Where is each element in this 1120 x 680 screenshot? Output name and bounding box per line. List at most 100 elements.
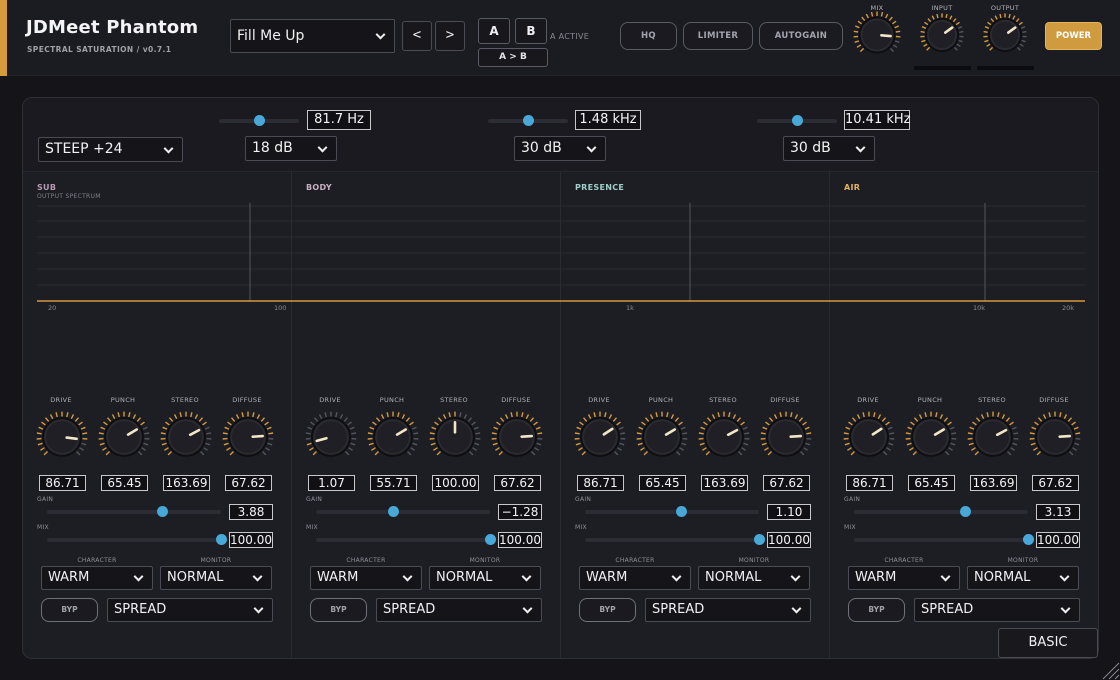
mix-value[interactable]: 100.00 — [1036, 532, 1080, 548]
autogain-button[interactable]: AUTOGAIN — [759, 22, 843, 50]
spread-dropdown[interactable]: SPREAD — [914, 598, 1080, 622]
punch-knob[interactable] — [904, 410, 958, 464]
drive-value[interactable]: 86.71 — [39, 475, 86, 491]
stereo-value[interactable]: 163.69 — [701, 475, 748, 491]
crossover-3-freq[interactable]: 10.41 kHz — [844, 110, 910, 130]
stereo-knob[interactable] — [966, 410, 1020, 464]
mix-slider[interactable] — [47, 534, 227, 545]
prev-preset-button[interactable]: < — [402, 21, 432, 51]
monitor-dropdown[interactable]: NORMAL — [429, 566, 541, 590]
mix-value[interactable]: 100.00 — [767, 532, 811, 548]
crossover-2-freq[interactable]: 1.48 kHz — [575, 110, 641, 130]
crossover-2-slider[interactable] — [488, 115, 568, 126]
bypass-button[interactable]: BYP — [41, 598, 98, 622]
diffuse-knob[interactable] — [1028, 410, 1082, 464]
gain-slider-thumb[interactable] — [157, 506, 168, 517]
crossover-1-slider[interactable] — [219, 115, 299, 126]
punch-knob[interactable] — [97, 410, 151, 464]
mix-slider-thumb[interactable] — [216, 534, 227, 545]
monitor-dropdown[interactable]: NORMAL — [698, 566, 810, 590]
resize-grip-icon[interactable] — [1098, 658, 1120, 680]
output-knob[interactable] — [982, 12, 1028, 58]
mix-slider-thumb[interactable] — [754, 534, 765, 545]
monitor-dropdown[interactable]: NORMAL — [160, 566, 272, 590]
crossover-1-freq[interactable]: 81.7 Hz — [307, 110, 371, 130]
stereo-knob[interactable] — [697, 410, 751, 464]
drive-value[interactable]: 1.07 — [308, 475, 355, 491]
mix-knob[interactable] — [852, 10, 902, 60]
punch-knob[interactable] — [635, 410, 689, 464]
stereo-knob[interactable] — [159, 410, 213, 464]
drive-knob[interactable] — [842, 410, 896, 464]
preset-dropdown[interactable]: Fill Me Up — [230, 19, 395, 53]
mix-slider-thumb[interactable] — [1023, 534, 1034, 545]
input-knob[interactable] — [919, 12, 965, 58]
crossover-2-slope-dropdown[interactable]: 30 dB — [514, 136, 606, 161]
mix-slider-thumb[interactable] — [485, 534, 496, 545]
punch-value[interactable]: 55.71 — [370, 475, 417, 491]
mix-value[interactable]: 100.00 — [498, 532, 542, 548]
gain-slider[interactable] — [316, 506, 490, 517]
drive-knob[interactable] — [35, 410, 89, 464]
crossover-2-thumb[interactable] — [523, 115, 534, 126]
bypass-button[interactable]: BYP — [310, 598, 367, 622]
punch-value[interactable]: 65.45 — [639, 475, 686, 491]
mix-slider[interactable] — [585, 534, 765, 545]
drive-knob[interactable] — [304, 410, 358, 464]
diffuse-value[interactable]: 67.62 — [494, 475, 541, 491]
gain-value[interactable]: 3.13 — [1036, 504, 1080, 520]
crossover-3-thumb[interactable] — [792, 115, 803, 126]
monitor-dropdown[interactable]: NORMAL — [967, 566, 1079, 590]
mix-slider[interactable] — [316, 534, 496, 545]
bypass-button[interactable]: BYP — [848, 598, 905, 622]
punch-value[interactable]: 65.45 — [101, 475, 148, 491]
mix-slider[interactable] — [854, 534, 1034, 545]
power-button[interactable]: POWER — [1045, 22, 1102, 50]
punch-knob[interactable] — [366, 410, 420, 464]
copy-a-to-b-button[interactable]: A > B — [478, 48, 548, 67]
gain-slider-thumb[interactable] — [676, 506, 687, 517]
spread-dropdown[interactable]: SPREAD — [376, 598, 542, 622]
gain-value[interactable]: 1.10 — [767, 504, 811, 520]
character-dropdown[interactable]: WARM — [579, 566, 691, 590]
diffuse-knob[interactable] — [490, 410, 544, 464]
gain-value[interactable]: −1.28 — [498, 504, 542, 520]
stereo-knob[interactable] — [428, 410, 482, 464]
crossover-slope-dropdown[interactable]: STEEP +24 — [38, 137, 183, 162]
drive-knob[interactable] — [573, 410, 627, 464]
mix-value[interactable]: 100.00 — [229, 532, 273, 548]
crossover-1-thumb[interactable] — [254, 115, 265, 126]
diffuse-value[interactable]: 67.62 — [1032, 475, 1079, 491]
limiter-button[interactable]: LIMITER — [683, 22, 753, 50]
spread-dropdown[interactable]: SPREAD — [107, 598, 273, 622]
gain-value[interactable]: 3.88 — [229, 504, 273, 520]
crossover-1-slope-dropdown[interactable]: 18 dB — [245, 136, 337, 161]
gain-slider[interactable] — [585, 506, 759, 517]
basic-mode-button[interactable]: BASIC — [998, 628, 1098, 658]
diffuse-value[interactable]: 67.62 — [763, 475, 810, 491]
diffuse-knob[interactable] — [221, 410, 275, 464]
character-dropdown[interactable]: WARM — [848, 566, 960, 590]
gain-slider[interactable] — [854, 506, 1028, 517]
drive-value[interactable]: 86.71 — [577, 475, 624, 491]
crossover-3-slope-dropdown[interactable]: 30 dB — [783, 136, 875, 161]
character-dropdown[interactable]: WARM — [310, 566, 422, 590]
punch-value[interactable]: 65.45 — [908, 475, 955, 491]
spread-dropdown[interactable]: SPREAD — [645, 598, 811, 622]
hq-button[interactable]: HQ — [620, 22, 677, 50]
next-preset-button[interactable]: > — [435, 21, 465, 51]
bypass-button[interactable]: BYP — [579, 598, 636, 622]
crossover-3-slider[interactable] — [757, 115, 837, 126]
stereo-value[interactable]: 163.69 — [970, 475, 1017, 491]
drive-value[interactable]: 86.71 — [846, 475, 893, 491]
gain-slider[interactable] — [47, 506, 221, 517]
a-slot-button[interactable]: A — [478, 18, 510, 44]
b-slot-button[interactable]: B — [515, 18, 547, 44]
stereo-value[interactable]: 163.69 — [163, 475, 210, 491]
diffuse-value[interactable]: 67.62 — [225, 475, 272, 491]
gain-slider-thumb[interactable] — [960, 506, 971, 517]
gain-slider-thumb[interactable] — [388, 506, 399, 517]
diffuse-knob[interactable] — [759, 410, 813, 464]
character-dropdown[interactable]: WARM — [41, 566, 153, 590]
stereo-value[interactable]: 100.00 — [432, 475, 479, 491]
